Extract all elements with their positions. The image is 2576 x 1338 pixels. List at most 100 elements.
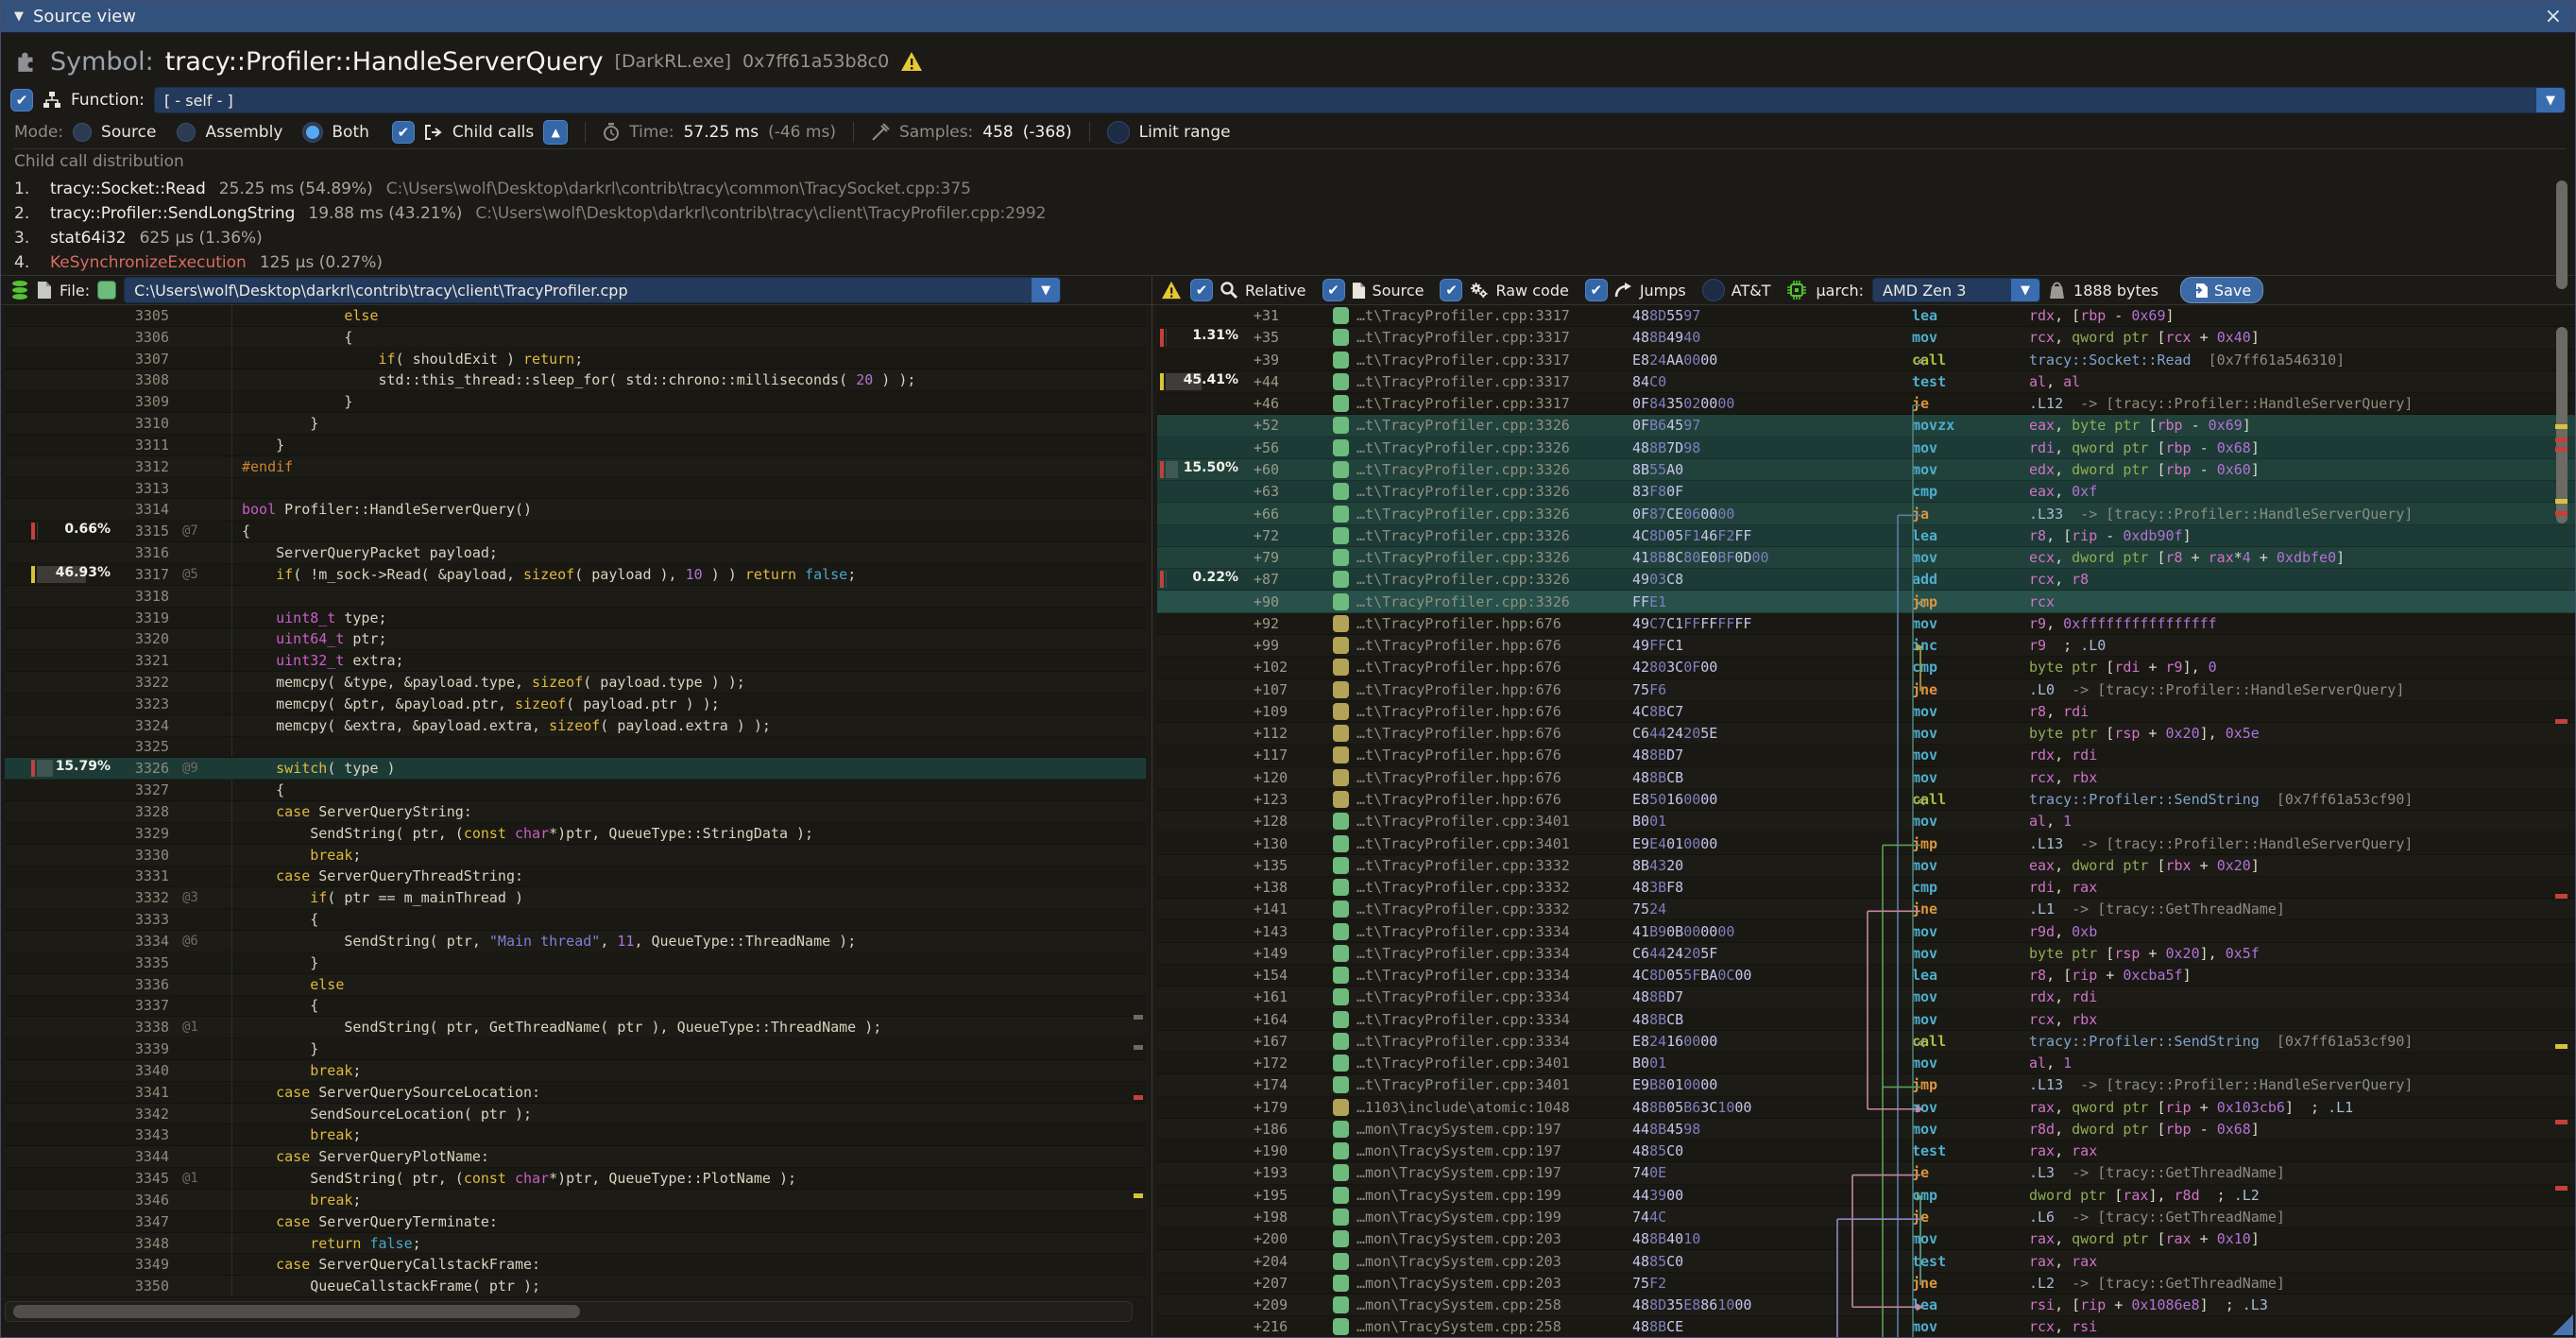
raw-code-checkbox[interactable]: ✔: [1440, 279, 1462, 301]
asm-instruction-row[interactable]: +117…t\TracyProfiler.hpp:676488BD7movrdx…: [1157, 745, 2576, 766]
child-call-row[interactable]: 1.tracy::Socket::Read25.25 ms (54.89%)C:…: [14, 177, 2566, 201]
asm-instruction-row[interactable]: +107…t\TracyProfiler.hpp:67675F6jne.L0 -…: [1157, 679, 2576, 701]
child-call-row[interactable]: 3.stat64i32625 µs (1.36%): [14, 226, 2566, 250]
asm-instruction-row[interactable]: 1.31%+35…t\TracyProfiler.cpp:3317488B494…: [1157, 327, 2576, 349]
asm-instruction-row[interactable]: +209…mon\TracySystem.cpp:258488D35E88610…: [1157, 1295, 2576, 1316]
asm-instruction-row[interactable]: +90…t\TracyProfiler.cpp:3326FFE1jmprcx: [1157, 591, 2576, 612]
asm-instruction-row[interactable]: +66…t\TracyProfiler.cpp:33260F87CE060000…: [1157, 503, 2576, 524]
limit-range-checkbox[interactable]: [1107, 121, 1130, 144]
child-call-row[interactable]: 4.KeSynchronizeExecution125 µs (0.27%): [14, 250, 2566, 273]
asm-instruction-row[interactable]: +128…t\TracyProfiler.cpp:3401B001moval, …: [1157, 811, 2576, 832]
source-line-row[interactable]: 3348 return false;: [5, 1233, 1146, 1255]
source-line-row[interactable]: 3333 {: [5, 909, 1146, 931]
function-checkbox[interactable]: ✔: [10, 89, 33, 112]
window-resize-grip[interactable]: [2552, 1314, 2573, 1335]
function-combo[interactable]: [ - self - ] ▼: [154, 87, 2566, 113]
asm-instruction-row[interactable]: 45.41%+44…t\TracyProfiler.cpp:331784C0te…: [1157, 371, 2576, 393]
source-line-row[interactable]: 0.66%3315@7{: [5, 521, 1146, 542]
source-line-row[interactable]: 3321 uint32_t extra;: [5, 650, 1146, 672]
asm-instruction-row[interactable]: +143…t\TracyProfiler.cpp:333441B90B00000…: [1157, 920, 2576, 942]
source-horizontal-scrollbar[interactable]: [5, 1301, 1133, 1322]
source-line-row[interactable]: 3342 SendSourceLocation( ptr );: [5, 1104, 1146, 1125]
asm-instruction-row[interactable]: +72…t\TracyProfiler.cpp:33264C8D05F146F2…: [1157, 525, 2576, 547]
source-scrollbar-marks[interactable]: [1133, 305, 1144, 1297]
source-line-row[interactable]: 3340 break;: [5, 1060, 1146, 1082]
asm-instruction-row[interactable]: +31…t\TracyProfiler.cpp:3317488D5597lear…: [1157, 305, 2576, 327]
asm-instruction-row[interactable]: +141…t\TracyProfiler.cpp:33327524jne.L1 …: [1157, 899, 2576, 920]
source-line-row[interactable]: 3311 }: [5, 435, 1146, 456]
child-calls-up-button[interactable]: ▲: [543, 120, 568, 145]
source-line-row[interactable]: 3309 }: [5, 391, 1146, 413]
relative-checkbox[interactable]: ✔: [1190, 279, 1213, 301]
source-line-row[interactable]: 3313: [5, 478, 1146, 500]
source-line-row[interactable]: 3307 if( shouldExit ) return;: [5, 349, 1146, 370]
asm-instruction-row[interactable]: +92…t\TracyProfiler.hpp:67649C7C1FFFFFFF…: [1157, 613, 2576, 635]
asm-instruction-row[interactable]: +120…t\TracyProfiler.hpp:676488BCBmovrcx…: [1157, 767, 2576, 789]
source-line-row[interactable]: 3305 else: [5, 305, 1146, 327]
asm-instruction-row[interactable]: +56…t\TracyProfiler.cpp:3326488B7D98movr…: [1157, 437, 2576, 459]
asm-instruction-row[interactable]: +149…t\TracyProfiler.cpp:3334C64424205Fm…: [1157, 943, 2576, 965]
asm-instruction-row[interactable]: +207…mon\TracySystem.cpp:20375F2jne.L2 -…: [1157, 1273, 2576, 1295]
asm-instruction-row[interactable]: +130…t\TracyProfiler.cpp:3401E9E4010000j…: [1157, 832, 2576, 854]
asm-instruction-row[interactable]: +112…t\TracyProfiler.hpp:676C64424205Emo…: [1157, 723, 2576, 745]
asm-instruction-row[interactable]: 15.50%+60…t\TracyProfiler.cpp:33268B55A0…: [1157, 459, 2576, 481]
child-calls-checkbox[interactable]: ✔: [392, 121, 415, 144]
source-line-row[interactable]: 3320 uint64_t ptr;: [5, 628, 1146, 650]
source-line-row[interactable]: 3334@6 SendString( ptr, "Main thread", 1…: [5, 931, 1146, 952]
asm-instruction-row[interactable]: +174…t\TracyProfiler.cpp:3401E9B8010000j…: [1157, 1074, 2576, 1096]
source-line-row[interactable]: 15.79%3326@9 switch( type ): [5, 758, 1146, 780]
source-line-row[interactable]: 46.93%3317@5 if( !m_sock->Read( &payload…: [5, 564, 1146, 586]
source-line-row[interactable]: 3308 std::this_thread::sleep_for( std::c…: [5, 369, 1146, 391]
assembly-vertical-scrollbar[interactable]: [2554, 39, 2569, 1333]
source-line-row[interactable]: 3344 case ServerQueryPlotName:: [5, 1146, 1146, 1168]
source-line-row[interactable]: 3332@3 if( ptr == m_mainThread ): [5, 887, 1146, 909]
source-line-row[interactable]: 3331 case ServerQueryThreadString:: [5, 866, 1146, 888]
child-call-row[interactable]: 2.tracy::Profiler::SendLongString19.88 m…: [14, 201, 2566, 226]
source-line-row[interactable]: 3335 }: [5, 952, 1146, 974]
source-line-row[interactable]: 3318: [5, 586, 1146, 608]
asm-instruction-row[interactable]: +190…mon\TracySystem.cpp:1974885C0testra…: [1157, 1141, 2576, 1162]
source-line-row[interactable]: 3323 memcpy( &ptr, &payload.ptr, sizeof(…: [5, 694, 1146, 715]
source-line-row[interactable]: 3328 case ServerQueryString:: [5, 801, 1146, 823]
source-line-row[interactable]: 3343 break;: [5, 1124, 1146, 1146]
asm-instruction-row[interactable]: +123…t\TracyProfiler.hpp:676E850160000ca…: [1157, 789, 2576, 811]
asm-instruction-row[interactable]: +79…t\TracyProfiler.cpp:3326418B8C80E0BF…: [1157, 547, 2576, 569]
save-button[interactable]: Save: [2180, 277, 2263, 303]
asm-instruction-row[interactable]: +99…t\TracyProfiler.hpp:67649FFC1incr9 ;…: [1157, 635, 2576, 657]
asm-instruction-row[interactable]: +135…t\TracyProfiler.cpp:33328B4320movea…: [1157, 855, 2576, 877]
source-line-row[interactable]: 3316 ServerQueryPacket payload;: [5, 542, 1146, 564]
source-line-row[interactable]: 3337 {: [5, 996, 1146, 1018]
att-checkbox[interactable]: [1702, 279, 1725, 301]
source-line-row[interactable]: 3345@1 SendString( ptr, (const char*)ptr…: [5, 1168, 1146, 1190]
jumps-checkbox[interactable]: ✔: [1585, 279, 1608, 301]
asm-instruction-row[interactable]: +195…mon\TracySystem.cpp:199443900cmpdwo…: [1157, 1185, 2576, 1207]
asm-instruction-row[interactable]: +39…t\TracyProfiler.cpp:3317E824AA0000ca…: [1157, 350, 2576, 371]
close-icon[interactable]: ×: [2545, 8, 2562, 26]
source-line-row[interactable]: 3346 break;: [5, 1190, 1146, 1211]
radio-assembly[interactable]: [177, 123, 196, 142]
source-line-row[interactable]: 3322 memcpy( &type, &payload.type, sizeo…: [5, 672, 1146, 694]
asm-instruction-row[interactable]: +204…mon\TracySystem.cpp:2034885C0testra…: [1157, 1250, 2576, 1272]
source-line-row[interactable]: 3330 break;: [5, 845, 1146, 866]
source-checkbox[interactable]: ✔: [1322, 279, 1345, 301]
uarch-combo[interactable]: AMD Zen 3 ▼: [1872, 278, 2040, 302]
asm-instruction-row[interactable]: +46…t\TracyProfiler.cpp:33170F8435020000…: [1157, 393, 2576, 415]
source-line-row[interactable]: 3336 else: [5, 974, 1146, 996]
asm-instruction-row[interactable]: +161…t\TracyProfiler.cpp:3334488BD7movrd…: [1157, 986, 2576, 1008]
asm-instruction-row[interactable]: +172…t\TracyProfiler.cpp:3401B001moval, …: [1157, 1053, 2576, 1074]
asm-instruction-row[interactable]: +138…t\TracyProfiler.cpp:3332483BF8cmprd…: [1157, 877, 2576, 899]
asm-instruction-row[interactable]: +52…t\TracyProfiler.cpp:33260FB64597movz…: [1157, 415, 2576, 437]
uarch-combo-arrow-icon[interactable]: ▼: [2011, 279, 2039, 301]
radio-both[interactable]: [303, 123, 322, 142]
asm-instruction-row[interactable]: +164…t\TracyProfiler.cpp:3334488BCBmovrc…: [1157, 1009, 2576, 1031]
asm-instruction-row[interactable]: +216…mon\TracySystem.cpp:258488BCEmovrcx…: [1157, 1316, 2576, 1338]
source-line-row[interactable]: 3341 case ServerQuerySourceLocation:: [5, 1082, 1146, 1104]
source-line-row[interactable]: 3350 QueueCallstackFrame( ptr );: [5, 1276, 1146, 1297]
asm-instruction-row[interactable]: +193…mon\TracySystem.cpp:197740Eje.L3 ->…: [1157, 1162, 2576, 1184]
asm-instruction-row[interactable]: +167…t\TracyProfiler.cpp:3334E824160000c…: [1157, 1031, 2576, 1053]
source-line-row[interactable]: 3327 {: [5, 780, 1146, 801]
asm-instruction-row[interactable]: +154…t\TracyProfiler.cpp:33344C8D055FBA0…: [1157, 965, 2576, 986]
asm-instruction-row[interactable]: +102…t\TracyProfiler.hpp:67642803C0F00cm…: [1157, 657, 2576, 678]
asm-instruction-row[interactable]: +109…t\TracyProfiler.hpp:6764C8BC7movr8,…: [1157, 701, 2576, 723]
source-line-row[interactable]: 3349 case ServerQueryCallstackFrame:: [5, 1254, 1146, 1276]
